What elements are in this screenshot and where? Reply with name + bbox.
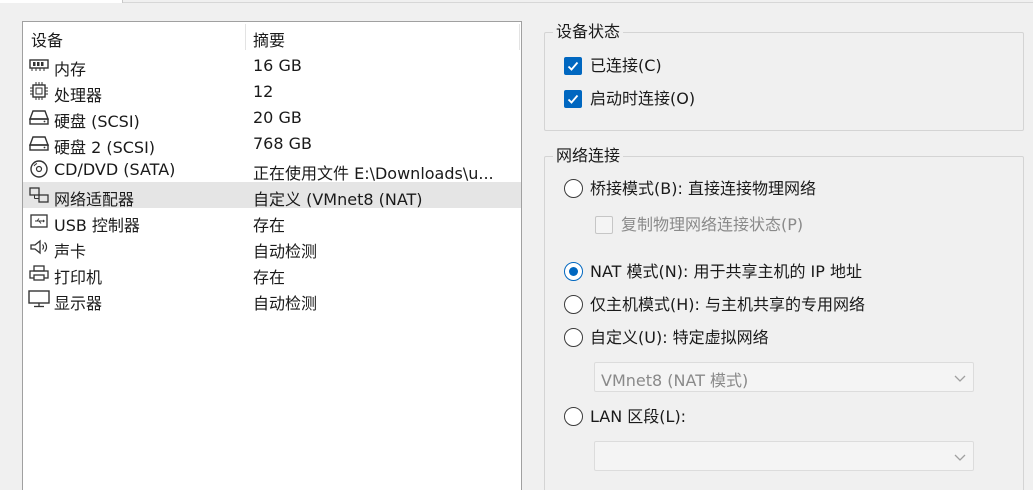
custom-label[interactable]: 自定义(U): 特定虚拟网络 [590,327,769,349]
device-status-title: 设备状态 [553,21,624,43]
device-name: 处理器 [54,86,103,105]
connected-checkbox[interactable] [564,57,582,75]
device-row-hard-disk-2[interactable]: 硬盘 2 (SCSI) 768 GB [23,130,521,157]
network-connection-group: 网络连接 桥接模式(B): 直接连接物理网络 复制物理网络连接状态(P) NAT… [544,145,1024,490]
device-row-display[interactable]: 显示器 自动检测 [23,286,521,313]
device-row-sound-card[interactable]: 声卡 自动检测 [23,234,521,261]
device-name: 显示器 [54,294,103,313]
device-row-memory[interactable]: 内存 16 GB [23,52,521,79]
device-summary: 768 GB [253,134,312,153]
lan-segment-label[interactable]: LAN 区段(L): [590,406,686,428]
device-name: 硬盘 2 (SCSI) [54,138,156,157]
connect-at-power-on-label[interactable]: 启动时连接(O) [590,88,695,110]
tab-strip-fragment [0,0,1033,3]
device-row-cd-dvd[interactable]: CD/DVD (SATA) 正在使用文件 E:\Downloads\u... [23,156,521,183]
device-summary: 自动检测 [253,294,318,313]
device-summary: 12 [253,82,274,101]
bridged-radio[interactable] [564,179,583,198]
processor-icon [28,82,50,100]
tab-bar-border [123,2,1033,3]
custom-radio[interactable] [564,328,583,347]
device-summary: 存在 [253,216,286,235]
column-header-summary[interactable]: 摘要 [253,27,285,51]
speaker-icon [28,238,50,256]
connect-at-power-on-checkbox[interactable] [564,90,582,108]
device-summary: 自动检测 [253,242,318,261]
device-name: 内存 [54,60,87,79]
usb-icon [28,212,50,230]
lan-segment-select[interactable] [594,441,974,471]
device-row-network-adapter[interactable]: 网络适配器 自定义 (VMnet8 (NAT) [23,182,521,209]
device-status-group: 设备状态 已连接(C) 启动时连接(O) [544,21,1024,131]
cd-dvd-icon [28,160,50,178]
checkmark-icon [567,61,579,71]
checkmark-icon [567,94,579,104]
device-name: 网络适配器 [54,190,135,209]
column-divider[interactable] [519,24,520,50]
custom-network-select[interactable]: VMnet8 (NAT 模式) [594,362,974,392]
device-row-hard-disk[interactable]: 硬盘 (SCSI) 20 GB [23,104,521,131]
printer-icon [28,264,50,282]
device-name: 声卡 [54,242,87,261]
vm-settings-network-adapter: 设备 摘要 内存 16 GB 处理器 12 硬盘 (SCSI) 20 GB 硬盘… [0,0,1033,490]
connected-label[interactable]: 已连接(C) [590,55,662,77]
chevron-down-icon [954,454,966,461]
device-row-usb-controller[interactable]: USB 控制器 存在 [23,208,521,235]
device-row-printer[interactable]: 打印机 存在 [23,260,521,287]
network-adapter-icon [28,186,50,204]
column-divider[interactable] [245,24,246,50]
lan-segment-radio[interactable] [564,407,583,426]
host-only-radio[interactable] [564,295,583,314]
device-summary: 20 GB [253,108,302,127]
device-list-header: 设备 摘要 [23,22,521,52]
monitor-icon [28,290,50,308]
device-name: USB 控制器 [54,216,140,235]
hard-disk-icon [28,134,50,152]
device-name: 硬盘 (SCSI) [54,112,140,131]
nat-radio[interactable] [564,262,583,281]
bridged-label[interactable]: 桥接模式(B): 直接连接物理网络 [590,178,816,200]
host-only-label[interactable]: 仅主机模式(H): 与主机共享的专用网络 [590,294,865,316]
memory-icon [28,56,50,74]
replicate-state-checkbox[interactable] [595,216,613,234]
device-list[interactable]: 设备 摘要 内存 16 GB 处理器 12 硬盘 (SCSI) 20 GB 硬盘… [22,21,522,490]
device-summary: 正在使用文件 E:\Downloads\u... [253,164,494,183]
active-tab-fragment[interactable] [0,0,122,3]
chevron-down-icon [954,375,966,382]
device-row-processor[interactable]: 处理器 12 [23,78,521,105]
device-summary: 16 GB [253,56,302,75]
network-connection-title: 网络连接 [553,145,624,167]
hard-disk-icon [28,108,50,126]
device-summary: 存在 [253,268,286,287]
device-summary: 自定义 (VMnet8 (NAT) [253,190,423,209]
custom-network-value: VMnet8 (NAT 模式) [601,371,749,390]
replicate-state-label[interactable]: 复制物理网络连接状态(P) [621,214,803,236]
device-name: 打印机 [54,268,103,287]
nat-label[interactable]: NAT 模式(N): 用于共享主机的 IP 地址 [590,261,862,283]
device-name: CD/DVD (SATA) [54,160,176,179]
column-header-device[interactable]: 设备 [31,27,63,51]
